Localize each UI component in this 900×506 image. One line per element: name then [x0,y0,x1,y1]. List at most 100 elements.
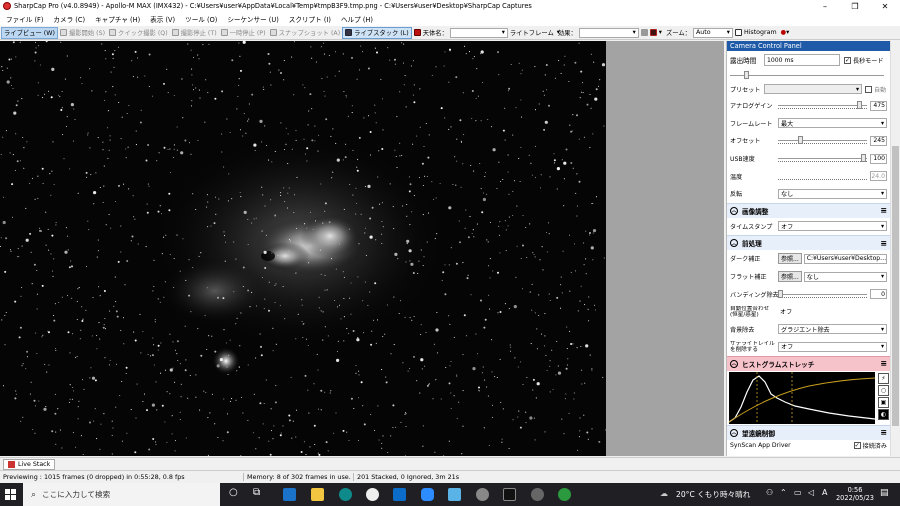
histogram-plot[interactable] [729,371,875,424]
exposure-input[interactable]: 1000 ms [764,54,840,66]
dark-browse-button[interactable]: 参照... [778,253,802,265]
snapshot-button[interactable]: スナップショット (A) [268,27,343,39]
stop-capture-button[interactable]: 撮影停止 (T) [170,27,219,39]
telescope-connected-checkbox[interactable]: ✓ 接続済み [853,441,887,450]
quick-capture-button[interactable]: クイック撮影 (Q) [107,27,170,39]
menu-sequencer[interactable]: シーケンサー (U) [227,14,278,24]
clock[interactable]: 0:56 2022/05/23 [835,486,875,502]
network-icon[interactable]: ▭ [794,488,802,497]
sharpcap-icon[interactable] [503,488,516,501]
options-icon[interactable]: ◐ [878,408,889,420]
usb-slider[interactable] [778,154,867,163]
stack-icon [345,29,353,36]
image-adjust-section-header[interactable]: ︿ 画像調整 ≡ [727,202,890,218]
weather-text[interactable]: 20°C くもり時々晴れ [676,489,750,500]
satellite-select[interactable]: オフ ▾ [778,341,887,352]
satellite-row: サテライトレイルを削除する オフ ▾ [727,338,890,356]
flat-select[interactable]: なし ▾ [803,271,887,282]
start-capture-button[interactable]: 撮影開始 (S) [58,27,107,39]
banding-slider[interactable] [778,289,867,299]
chevron-down-icon: ▾ [880,119,884,127]
reset-icon[interactable]: ○ [878,384,889,396]
dark-select[interactable]: C:¥Users¥user¥Desktop… [803,253,887,264]
zoom-select[interactable]: Auto ▾ [692,27,733,38]
app-icon[interactable] [448,488,461,501]
flat-row: フラット補正 参照... なし ▾ [727,268,890,286]
windows-start-icon[interactable] [5,489,16,500]
live-view-button[interactable]: ライブビュー (W) [1,26,58,39]
banding-value[interactable]: 0 [870,289,887,300]
ime-indicator[interactable]: A [822,488,827,497]
zoom-app-icon[interactable] [421,488,434,501]
preset-auto-checkbox[interactable]: 自動 [865,85,886,94]
menu-icon[interactable]: ≡ [880,206,887,215]
preprocessing-section-header[interactable]: ︿ 前処理 ≡ [727,235,890,251]
align-select[interactable]: オフ [778,306,887,317]
menu-view[interactable]: 表示 (V) [150,14,175,24]
image-viewer[interactable] [0,41,606,456]
preset-select[interactable]: ▾ [764,84,862,94]
menu-capture[interactable]: キャプチャ (H) [95,14,140,24]
zoom-label: ズーム： [665,30,691,37]
effect-select[interactable]: ▾ [578,27,639,38]
live-stack-button[interactable]: ライブスタック (L) [342,26,412,39]
chrome-icon[interactable] [366,488,379,501]
chevron-up-icon[interactable]: ⌃ [780,488,787,497]
mail-icon[interactable] [283,488,296,501]
notification-icon[interactable]: ▤ [880,488,889,498]
taskbar-search-box[interactable]: ⌕ ここに入力して検索 [23,483,220,506]
usb-value[interactable]: 100 [870,153,887,164]
menu-tools[interactable]: ツール (O) [185,14,217,24]
menu-icon[interactable]: ≡ [880,239,887,248]
timestamp-row: タイムスタンプ オフ ▾ [727,218,890,236]
flat-browse-button[interactable]: 参照... [778,271,802,283]
menu-icon[interactable]: ≡ [880,428,887,437]
restore-button[interactable]: ❐ [840,0,870,12]
minimize-button[interactable]: – [810,0,840,12]
target-name-select[interactable]: ▾ [449,27,508,38]
live-stack-tab[interactable]: Live Stack [3,459,56,470]
menu-icon[interactable]: ≡ [880,359,887,368]
gain-value[interactable]: 475 [870,100,887,111]
bg-removal-label: 背景除去 [730,326,755,334]
task-view-icon[interactable]: ⧉ [253,487,260,498]
color-picker-button[interactable]: ▾ [639,27,664,39]
people-icon[interactable]: ⚇ [766,488,773,497]
long-exposure-checkbox[interactable]: ✓ 長秒モード [844,56,883,65]
close-button[interactable]: ✕ [870,0,900,12]
app-icon-3[interactable] [531,488,544,501]
app-icon-2[interactable] [476,488,489,501]
exposure-slider[interactable] [730,70,884,80]
panel-scrollbar[interactable] [890,41,900,456]
histogram-stretch-section-header[interactable]: ︿ ヒストグラムストレッチ ≡ [727,355,890,371]
file-explorer-icon[interactable] [311,488,324,501]
telescope-section-header[interactable]: ︿ 望遠鏡制御 ≡ [727,424,890,440]
edge-icon[interactable] [339,488,352,501]
menu-file[interactable]: ファイル (F) [6,14,43,24]
menu-scripting[interactable]: スクリプト (I) [289,14,331,24]
cortana-icon[interactable]: ○ [229,487,238,498]
gain-slider[interactable] [778,101,867,110]
banding-row: バンディング除去 0 [727,285,890,303]
store-icon[interactable] [393,488,406,501]
app-icon-4[interactable] [558,488,571,501]
camera-control-panel: Camera Control Panel 露出時間 1000 ms ✓ 長秒モード… [726,41,890,456]
telescope-driver: SynScan App Driver [730,442,791,450]
menu-camera[interactable]: カメラ (C) [53,14,85,24]
framerate-select[interactable]: 最大 ▾ [778,118,887,129]
menu-help[interactable]: ヘルプ (H) [341,14,373,24]
pause-button[interactable]: 一時停止 (P) [219,27,268,39]
volume-icon[interactable]: ◁ [808,488,814,497]
offset-slider[interactable] [778,136,867,145]
flip-select[interactable]: なし ▾ [778,188,887,199]
timestamp-select[interactable]: オフ ▾ [778,221,887,232]
display-icon [640,29,648,36]
histogram-button[interactable]: Histogram [733,27,779,39]
bg-removal-select[interactable]: グラジエント除去 ▾ [778,324,887,335]
offset-value[interactable]: 245 [870,135,887,146]
auto-stretch-icon[interactable]: ⚡ [878,372,889,384]
settings-button[interactable]: ● ▾ [779,27,792,39]
save-icon[interactable]: ▣ [878,396,889,408]
frame-type-select[interactable]: ライトフレーム ▾ [508,27,560,39]
scrollbar-thumb[interactable] [892,146,899,426]
